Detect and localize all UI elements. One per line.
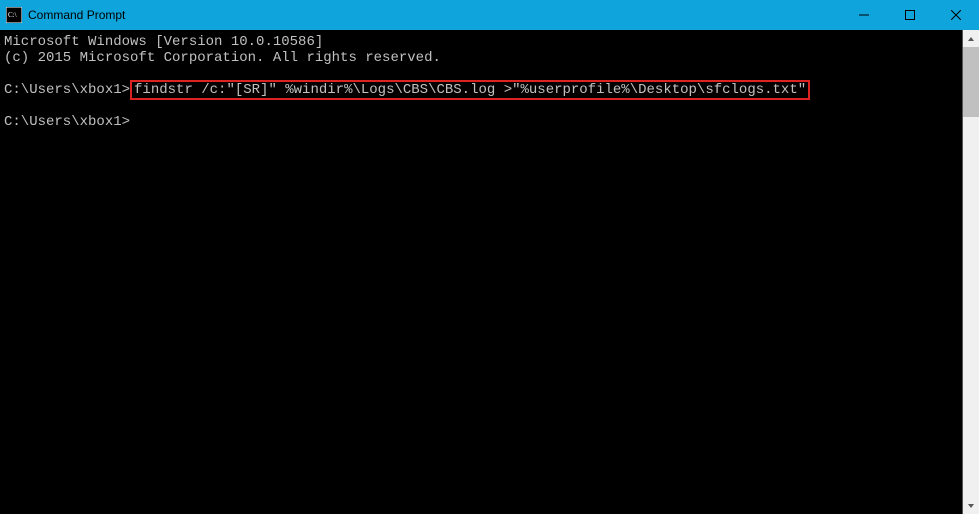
svg-text:C:\: C:\ bbox=[8, 11, 17, 19]
window-controls bbox=[841, 0, 979, 30]
scroll-thumb[interactable] bbox=[963, 47, 979, 117]
highlighted-command: findstr /c:"[SR]" %windir%\Logs\CBS\CBS.… bbox=[130, 80, 810, 100]
prompt-text: C:\Users\xbox1> bbox=[4, 114, 130, 130]
window-title: Command Prompt bbox=[28, 8, 841, 22]
window-titlebar[interactable]: C:\ Command Prompt bbox=[0, 0, 979, 30]
vertical-scrollbar[interactable] bbox=[962, 30, 979, 514]
terminal-output[interactable]: Microsoft Windows [Version 10.0.10586] (… bbox=[0, 30, 962, 514]
terminal-line: Microsoft Windows [Version 10.0.10586] bbox=[4, 34, 323, 50]
scroll-up-button[interactable] bbox=[963, 30, 979, 47]
terminal-line: (c) 2015 Microsoft Corporation. All righ… bbox=[4, 50, 441, 66]
prompt-text: C:\Users\xbox1> bbox=[4, 82, 130, 98]
scroll-down-button[interactable] bbox=[963, 497, 979, 514]
maximize-button[interactable] bbox=[887, 0, 933, 30]
cmd-app-icon: C:\ bbox=[6, 7, 22, 23]
close-button[interactable] bbox=[933, 0, 979, 30]
minimize-button[interactable] bbox=[841, 0, 887, 30]
terminal-area: Microsoft Windows [Version 10.0.10586] (… bbox=[0, 30, 979, 514]
